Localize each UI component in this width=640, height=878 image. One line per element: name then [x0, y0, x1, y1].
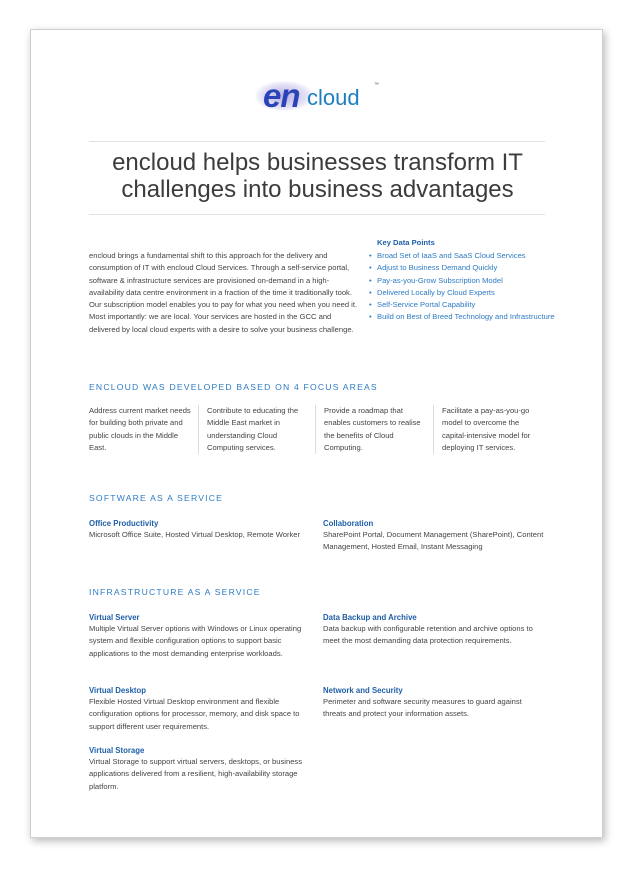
service-title: Data Backup and Archive [323, 613, 417, 622]
key-data-points-title: Key Data Points [377, 238, 435, 247]
service-description: Microsoft Office Suite, Hosted Virtual D… [89, 530, 301, 539]
iaas-network-security: Network and Security Perimeter and softw… [323, 685, 547, 721]
page-headline: encloud helps businesses transform IT ch… [112, 149, 523, 203]
service-description: Multiple Virtual Server options with Win… [89, 624, 302, 658]
focus-area-3: Provide a roadmap that enables customers… [315, 405, 423, 455]
service-description: Data backup with configurable retention … [323, 624, 533, 646]
service-title: Virtual Server [89, 613, 140, 622]
service-description: Perimeter and software security measures… [323, 697, 522, 719]
key-point-item: • Delivered Locally by Cloud Experts [369, 287, 495, 297]
focus-areas-heading: ENCLOUD WAS DEVELOPED BASED ON 4 FOCUS A… [89, 382, 378, 392]
iaas-virtual-desktop: Virtual Desktop Flexible Hosted Virtual … [89, 685, 313, 733]
saas-heading: SOFTWARE AS A SERVICE [89, 493, 224, 503]
service-description: Flexible Hosted Virtual Desktop environm… [89, 697, 300, 731]
iaas-heading: INFRASTRUCTURE AS A SERVICE [89, 587, 261, 597]
encloud-logo: en cloud ™ [255, 77, 385, 117]
top-divider [89, 141, 545, 142]
key-point-item: • Self-Service Portal Capability [369, 300, 476, 310]
focus-area-4: Facilitate a pay-as-you-go model to over… [433, 405, 541, 455]
iaas-data-backup: Data Backup and Archive Data backup with… [323, 612, 547, 648]
key-point-item: • Adjust to Business Demand Quickly [369, 263, 498, 273]
key-point-item: • Pay-as-you-Grow Subscription Model [369, 275, 503, 285]
key-point-item: • Build on Best of Breed Technology and I… [369, 312, 555, 322]
focus-area-2: Contribute to educating the Middle East … [198, 405, 306, 455]
service-title: Collaboration [323, 519, 374, 528]
iaas-virtual-storage: Virtual Storage Virtual Storage to suppo… [89, 745, 313, 793]
logo-en: en [263, 77, 301, 114]
headline-divider [89, 214, 545, 215]
logo-cloud: cloud [307, 85, 360, 110]
service-description: Virtual Storage to support virtual serve… [89, 757, 303, 791]
document-page: en cloud ™ encloud helps businesses tran… [30, 29, 603, 838]
key-point-item: • Broad Set of IaaS and SaaS Cloud Servic… [369, 251, 526, 260]
service-title: Virtual Desktop [89, 686, 147, 695]
service-title: Network and Security [323, 686, 403, 695]
focus-area-1: Address current market needs for buildin… [89, 406, 191, 452]
service-title: Office Productivity [89, 519, 159, 528]
service-title: Virtual Storage [89, 746, 145, 755]
logo-trademark: ™ [374, 82, 379, 88]
intro-paragraph: encloud brings a fundamental shift to th… [89, 251, 358, 334]
service-description: SharePoint Portal, Document Management (… [323, 530, 544, 552]
saas-collaboration: Collaboration SharePoint Portal, Documen… [323, 518, 547, 554]
iaas-virtual-server: Virtual Server Multiple Virtual Server o… [89, 612, 313, 660]
key-data-points-list: • Broad Set of IaaS and SaaS Cloud Servic… [369, 250, 559, 324]
saas-office-productivity: Office Productivity Microsoft Office Sui… [89, 518, 313, 541]
